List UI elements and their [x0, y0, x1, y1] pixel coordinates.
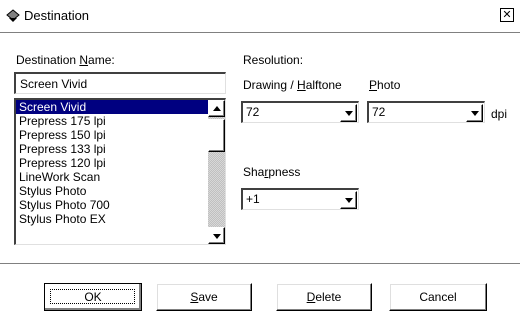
list-item[interactable]: Stylus Photo [16, 184, 225, 198]
save-button[interactable]: Save [156, 283, 252, 311]
cancel-button[interactable]: Cancel [389, 283, 487, 311]
dropdown-arrow-icon [345, 198, 353, 203]
drawing-halftone-label: Drawing / Halftone [243, 78, 342, 92]
button-bar: OK Save Delete Cancel [0, 263, 520, 322]
drawing-resolution-select[interactable]: 72 [241, 101, 359, 123]
dropdown-arrow-icon [345, 111, 353, 116]
photo-resolution-select[interactable]: 72 [367, 101, 485, 123]
list-scrollbar[interactable] [208, 100, 225, 244]
sharpness-value: +1 [246, 192, 260, 206]
delete-button[interactable]: Delete [276, 283, 372, 311]
list-item[interactable]: Prepress 175 lpi [16, 114, 225, 128]
dialog-body: Destination Name: Screen Vivid Screen Vi… [0, 33, 520, 263]
list-item[interactable]: Stylus Photo 700 [16, 198, 225, 212]
scroll-up-button[interactable] [208, 100, 225, 117]
arrow-up-icon [213, 106, 221, 111]
list-item[interactable]: LineWork Scan [16, 170, 225, 184]
save-label: ave [198, 290, 218, 304]
list-item[interactable]: Prepress 120 lpi [16, 156, 225, 170]
ok-button[interactable]: OK [44, 283, 142, 311]
resolution-label: Resolution: [243, 53, 304, 67]
window-title: Destination [24, 8, 90, 23]
drawing-resolution-value: 72 [246, 105, 260, 119]
scanner-icon [6, 9, 20, 22]
close-icon[interactable]: ✕ [500, 8, 514, 22]
destination-dialog: Destination ✕ Destination Name: Screen V… [0, 0, 520, 322]
scroll-down-button[interactable] [208, 227, 225, 244]
arrow-down-icon [213, 234, 221, 239]
title-bar[interactable]: Destination ✕ [0, 0, 520, 33]
destination-name-input[interactable]: Screen Vivid [14, 72, 226, 94]
list-item[interactable]: Screen Vivid [16, 100, 225, 114]
destination-name-value: Screen Vivid [20, 77, 88, 91]
destination-list: Screen Vivid Prepress 175 lpi Prepress 150… [16, 100, 225, 226]
separator [0, 263, 520, 264]
delete-label: elete [315, 290, 342, 304]
photo-label: Photo [369, 78, 401, 92]
drawing-resolution-dropdown-button[interactable] [340, 104, 357, 122]
list-item[interactable]: Stylus Photo EX [16, 212, 225, 226]
photo-resolution-dropdown-button[interactable] [466, 104, 483, 122]
list-item[interactable]: Prepress 150 lpi [16, 128, 225, 142]
scroll-thumb[interactable] [208, 119, 225, 152]
photo-resolution-value: 72 [372, 105, 386, 119]
sharpness-dropdown-button[interactable] [340, 191, 357, 209]
sharpness-label: Sharpness [243, 165, 301, 179]
cancel-label: Cancel [419, 290, 457, 304]
destination-name-label: Destination Name: [16, 53, 115, 67]
destination-listbox[interactable]: Screen Vivid Prepress 175 lpi Prepress 150… [14, 98, 226, 245]
list-item[interactable]: Prepress 133 lpi [16, 142, 225, 156]
focus-rect [50, 289, 135, 304]
dropdown-arrow-icon [471, 111, 479, 116]
sharpness-select[interactable]: +1 [241, 188, 359, 210]
dpi-unit-label: dpi [491, 107, 508, 121]
